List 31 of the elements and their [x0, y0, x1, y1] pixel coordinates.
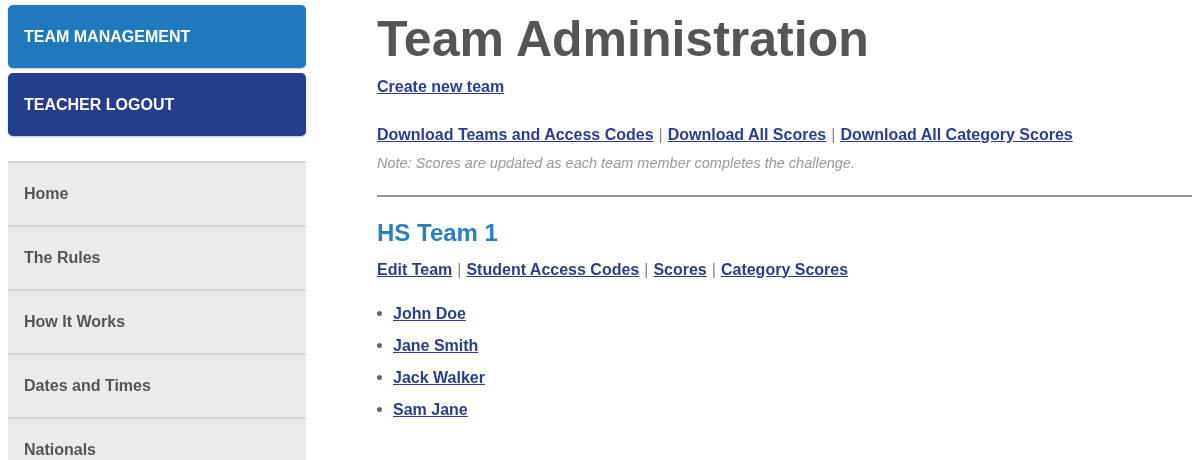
separator: | [831, 126, 836, 143]
link[interactable]: Download Teams and Access Codes [377, 126, 654, 143]
nav-item[interactable]: How It Works [8, 291, 306, 355]
logout-button[interactable]: TEACHER LOGOUT [8, 73, 306, 136]
bullet-icon [377, 375, 382, 381]
member-link[interactable]: Jane Smith [393, 333, 479, 358]
link[interactable]: Download All Scores [667, 126, 827, 143]
team-name: HS Team 1 [377, 218, 499, 248]
page-title: Team Administration [377, 12, 870, 67]
bullet-icon [377, 311, 382, 317]
link[interactable]: Student Access Codes [466, 260, 640, 278]
member-link[interactable]: Sam Jane [393, 397, 468, 422]
separator: | [711, 260, 716, 278]
team-management-button[interactable]: TEAM MANAGEMENT [8, 5, 306, 68]
link[interactable]: Category Scores [720, 260, 849, 278]
nav-item[interactable]: The Rules [8, 227, 306, 291]
link[interactable]: Scores [653, 260, 707, 278]
bullet-icon [377, 343, 382, 349]
separator: | [658, 126, 663, 143]
separator: | [457, 260, 462, 278]
nav-item[interactable]: Dates and Times [8, 355, 306, 419]
bullet-icon [377, 407, 382, 413]
member-link[interactable]: Jack Walker [393, 365, 485, 390]
member-link[interactable]: John Doe [393, 301, 466, 326]
create-team-link[interactable]: Create new team [377, 78, 505, 95]
nav-item[interactable]: Nationals [8, 419, 306, 460]
separator: | [644, 260, 649, 278]
link[interactable]: Edit Team [377, 260, 453, 278]
nav-item[interactable]: Home [8, 163, 306, 227]
link[interactable]: Download All Category Scores [840, 126, 1073, 143]
note-text: Note: Scores are updated as each team member completes the challenge. [377, 154, 856, 173]
